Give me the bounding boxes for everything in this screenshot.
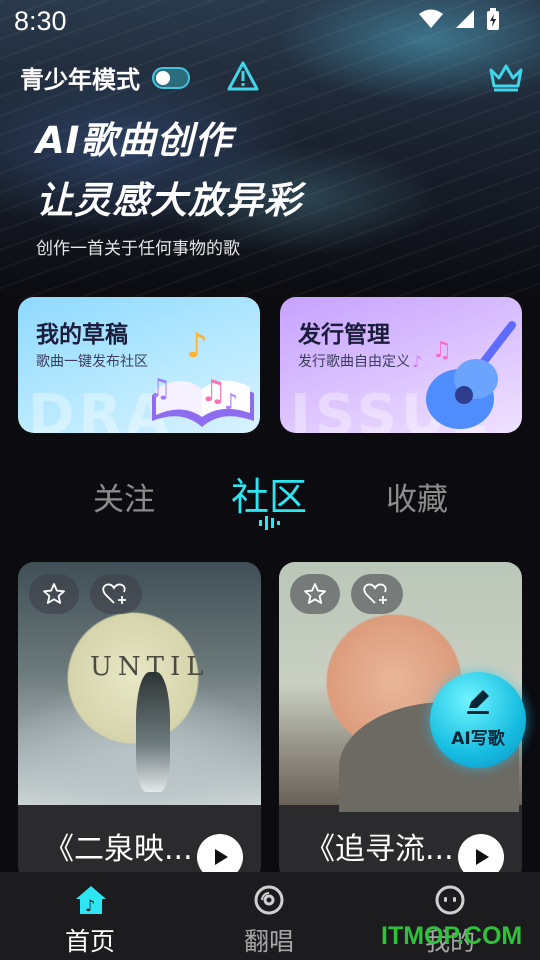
- music-book-icon: ♪ ♫ ♫ ♪: [148, 326, 254, 427]
- hero-title-line1: AI歌曲创作: [36, 119, 233, 162]
- profile-face-icon: [435, 885, 465, 915]
- ai-write-label: AI写歌: [451, 729, 505, 749]
- play-icon: [215, 849, 228, 865]
- crown-icon[interactable]: [488, 62, 524, 92]
- star-icon: [43, 583, 65, 604]
- song-card[interactable]: UNTIL 《二泉映...: [18, 562, 261, 882]
- svg-text:♫: ♫: [148, 374, 171, 404]
- card-desc: 发行歌曲自由定义: [298, 354, 410, 370]
- teen-mode-row: 青少年模式: [20, 60, 190, 95]
- battery-icon: [487, 8, 499, 30]
- svg-text:♫: ♫: [432, 338, 452, 363]
- status-icons: [418, 8, 500, 30]
- vinyl-icon: [254, 885, 284, 915]
- song-title[interactable]: 《二泉映...: [44, 824, 193, 868]
- cover-figure: [136, 672, 170, 792]
- heart-plus-icon: [102, 583, 126, 604]
- home-music-icon: ♪: [76, 886, 106, 915]
- feed-tabs: 关注 社区 收藏: [0, 466, 540, 536]
- svg-text:♪: ♪: [224, 390, 238, 415]
- card-title: 发行管理: [298, 322, 390, 348]
- favorite-button[interactable]: [29, 574, 79, 614]
- song-title[interactable]: 《追寻流...: [305, 824, 454, 868]
- release-management-card[interactable]: ISSUE 发行管理 发行歌曲自由定义 ♫ ♪: [280, 297, 522, 433]
- signal-icon: [456, 10, 474, 28]
- my-drafts-card[interactable]: DRA 我的草稿 歌曲一键发布社区 ♪ ♫ ♫ ♪: [18, 297, 260, 433]
- tab-community[interactable]: 社区: [231, 466, 307, 521]
- svg-text:♪: ♪: [186, 326, 208, 366]
- nav-cover[interactable]: 翻唱: [209, 872, 329, 960]
- svg-text:♪: ♪: [85, 896, 95, 915]
- teen-mode-label: 青少年模式: [20, 66, 140, 94]
- svg-text:♪: ♪: [412, 352, 422, 371]
- play-icon: [476, 849, 489, 865]
- guitar-icon: ♫ ♪: [412, 321, 516, 429]
- active-tab-indicator: [259, 516, 280, 530]
- wifi-icon: [419, 9, 443, 28]
- hero-subtitle: 创作一首关于任何事物的歌: [36, 239, 240, 259]
- pen-icon: [467, 690, 489, 714]
- hero-title-line2: 让灵感大放异彩: [36, 179, 302, 222]
- card-desc: 歌曲一键发布社区: [36, 354, 148, 370]
- status-bar: 8:30: [0, 0, 540, 46]
- heart-plus-icon: [363, 583, 387, 604]
- like-button[interactable]: [351, 574, 403, 614]
- site-watermark: ITMOP.COM: [381, 922, 523, 950]
- favorite-button[interactable]: [290, 574, 340, 614]
- status-time: 8:30: [14, 6, 67, 36]
- tab-favorite[interactable]: 收藏: [386, 474, 448, 519]
- like-button[interactable]: [90, 574, 142, 614]
- nav-home[interactable]: ♪ 首页: [30, 872, 150, 960]
- svg-text:♫: ♫: [200, 374, 227, 409]
- warning-icon[interactable]: [226, 60, 260, 92]
- teen-mode-toggle[interactable]: [152, 66, 190, 89]
- star-icon: [304, 583, 326, 604]
- card-title: 我的草稿: [36, 322, 128, 348]
- nav-home-label: 首页: [64, 927, 115, 956]
- ai-write-song-button[interactable]: AI写歌: [430, 672, 526, 768]
- toggle-knob: [156, 70, 170, 85]
- tab-follow[interactable]: 关注: [93, 474, 155, 519]
- nav-cover-label: 翻唱: [243, 927, 294, 956]
